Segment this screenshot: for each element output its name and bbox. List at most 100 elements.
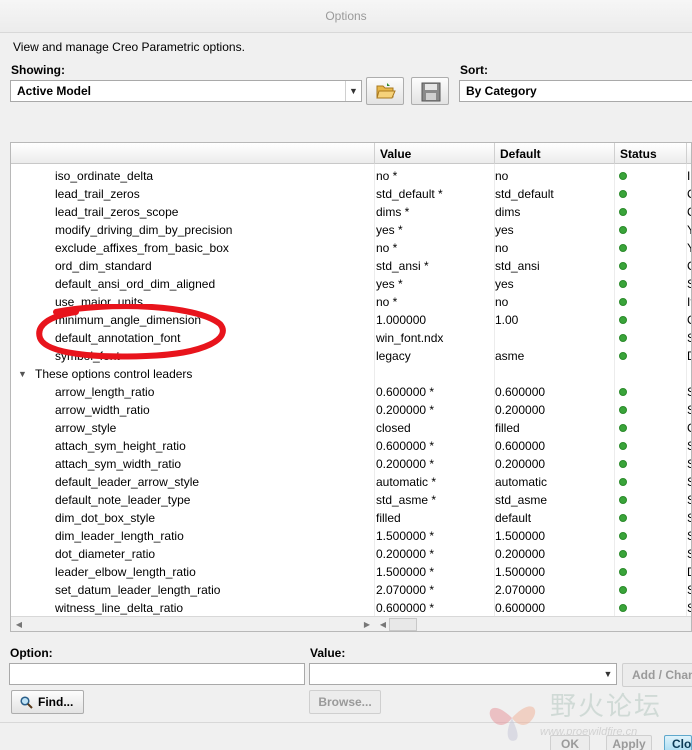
option-description: S <box>687 599 691 617</box>
scrollbar-thumb[interactable] <box>389 618 417 631</box>
horizontal-scrollbar[interactable]: ◀ ▶ ◀ <box>11 616 691 631</box>
status-ok-icon <box>619 586 627 594</box>
window-title: Options <box>325 9 367 23</box>
option-value: closed <box>376 421 411 435</box>
showing-dropdown[interactable]: Active Model ▼ <box>10 80 362 102</box>
close-button[interactable]: Close <box>664 735 692 750</box>
table-row[interactable]: arrow_style closed filled C <box>11 419 691 437</box>
table-row[interactable]: ord_dim_standard std_ansi * std_ansi C <box>11 257 691 275</box>
save-config-button[interactable] <box>411 77 449 105</box>
option-name: dot_diameter_ratio <box>55 547 156 561</box>
option-name: exclude_affixes_from_basic_box <box>55 241 229 255</box>
table-row[interactable]: default_ansi_ord_dim_aligned yes * yes S <box>11 275 691 293</box>
table-row[interactable]: dim_dot_box_style filled default S <box>11 509 691 527</box>
table-row[interactable]: exclude_affixes_from_basic_box no * no Y <box>11 239 691 257</box>
column-header-description[interactable] <box>686 143 691 164</box>
option-description: Y <box>687 221 691 239</box>
collapse-icon[interactable]: ▼ <box>18 365 27 383</box>
option-description: S <box>687 491 691 509</box>
table-row[interactable]: attach_sym_width_ratio 0.200000 * 0.200000… <box>11 455 691 473</box>
table-row[interactable]: lead_trail_zeros std_default * std_default… <box>11 185 691 203</box>
table-row[interactable]: default_note_leader_type std_asme * std_as… <box>11 491 691 509</box>
option-default: no <box>495 169 509 183</box>
status-ok-icon <box>619 406 627 414</box>
apply-button[interactable]: Apply <box>606 735 652 750</box>
table-row[interactable]: symbol_font legacy asme D <box>11 347 691 365</box>
browse-button[interactable]: Browse... <box>309 690 381 714</box>
option-default: 0.200000 <box>495 457 546 471</box>
option-value: std_ansi * <box>376 259 429 273</box>
table-row[interactable]: use_major_units no * no If <box>11 293 691 311</box>
table-header: Value Default Status <box>11 143 691 164</box>
value-label: Value: <box>310 646 346 660</box>
option-description: C <box>687 419 691 437</box>
table-group-row[interactable]: ▼ These options control leaders <box>11 365 691 383</box>
option-value: std_default * <box>376 187 443 201</box>
column-header-status[interactable]: Status <box>614 143 686 164</box>
option-input[interactable] <box>9 663 305 685</box>
option-default: default <box>495 511 532 525</box>
option-default: 0.200000 <box>495 547 546 561</box>
table-row[interactable]: arrow_width_ratio 0.200000 * 0.200000 S <box>11 401 691 419</box>
option-name: dim_dot_box_style <box>55 511 156 525</box>
option-default: automatic <box>495 475 548 489</box>
table-row[interactable]: leader_elbow_length_ratio 1.500000 * 1.500… <box>11 563 691 581</box>
option-description: If <box>687 295 691 309</box>
chevron-down-icon[interactable]: ▼ <box>600 664 616 684</box>
table-row[interactable]: modify_driving_dim_by_precision yes * yes Y <box>11 221 691 239</box>
option-name: iso_ordinate_delta <box>55 169 154 183</box>
status-ok-icon <box>619 496 627 504</box>
table-row[interactable]: set_datum_leader_length_ratio 2.070000 * 2… <box>11 581 691 599</box>
add-change-button[interactable]: Add / Change <box>622 663 692 687</box>
find-button[interactable]: Find... <box>11 690 84 714</box>
option-value: 0.600000 * <box>376 439 435 453</box>
option-value: 0.600000 * <box>376 385 435 399</box>
sort-dropdown[interactable]: By Category <box>459 80 692 102</box>
scroll-left-icon[interactable]: ◀ <box>377 618 389 631</box>
table-row[interactable]: witness_line_delta_ratio 0.600000 * 0.6000… <box>11 599 691 617</box>
option-description: C <box>687 185 691 203</box>
column-header-value[interactable]: Value <box>374 143 494 164</box>
option-description: S <box>687 401 691 419</box>
table-row[interactable]: default_leader_arrow_style automatic * aut… <box>11 473 691 491</box>
option-default: 1.00 <box>495 313 519 327</box>
option-value: 0.200000 * <box>376 457 435 471</box>
table-row[interactable]: dim_leader_length_ratio 1.500000 * 1.50000… <box>11 527 691 545</box>
option-name: default_note_leader_type <box>55 493 191 507</box>
option-default: 0.600000 <box>495 385 546 399</box>
option-label: Option: <box>10 646 53 660</box>
chevron-down-icon[interactable]: ▼ <box>345 81 361 101</box>
column-header-default[interactable]: Default <box>494 143 614 164</box>
table-row[interactable]: attach_sym_height_ratio 0.600000 * 0.60000… <box>11 437 691 455</box>
option-value: 0.200000 * <box>376 547 435 561</box>
table-row[interactable]: dot_diameter_ratio 0.200000 * 0.200000 S <box>11 545 691 563</box>
option-default: no <box>495 241 509 255</box>
showing-label: Showing: <box>11 63 65 77</box>
option-description: S <box>687 383 691 401</box>
option-description: C <box>687 311 691 329</box>
option-name: default_annotation_font <box>55 331 181 345</box>
find-button-label: Find... <box>38 695 74 709</box>
watermark-logo <box>489 706 536 741</box>
option-value: filled <box>376 511 401 525</box>
option-value: no * <box>376 169 398 183</box>
table-row[interactable]: default_annotation_font win_font.ndx S <box>11 329 691 347</box>
option-description: D <box>687 563 691 581</box>
option-name: lead_trail_zeros_scope <box>55 205 179 219</box>
table-row[interactable]: minimum_angle_dimension 1.000000 1.00 C <box>11 311 691 329</box>
status-ok-icon <box>619 568 627 576</box>
option-default: yes <box>495 223 514 237</box>
table-row[interactable]: arrow_length_ratio 0.600000 * 0.600000 S <box>11 383 691 401</box>
option-name: dim_leader_length_ratio <box>55 529 184 543</box>
value-dropdown[interactable]: ▼ <box>309 663 617 685</box>
ok-button[interactable]: OK <box>550 735 590 750</box>
status-ok-icon <box>619 172 627 180</box>
table-row[interactable]: iso_ordinate_delta no * no In <box>11 167 691 185</box>
option-value: std_asme * <box>376 493 437 507</box>
table-row[interactable]: lead_trail_zeros_scope dims * dims C <box>11 203 691 221</box>
options-table: Value Default Status iso_ordinate_deltan… <box>10 142 692 632</box>
option-description: S <box>687 509 691 527</box>
scroll-left-icon[interactable]: ◀ <box>13 618 25 631</box>
scroll-right-icon[interactable]: ▶ <box>361 618 373 631</box>
open-config-button[interactable] <box>366 77 404 105</box>
